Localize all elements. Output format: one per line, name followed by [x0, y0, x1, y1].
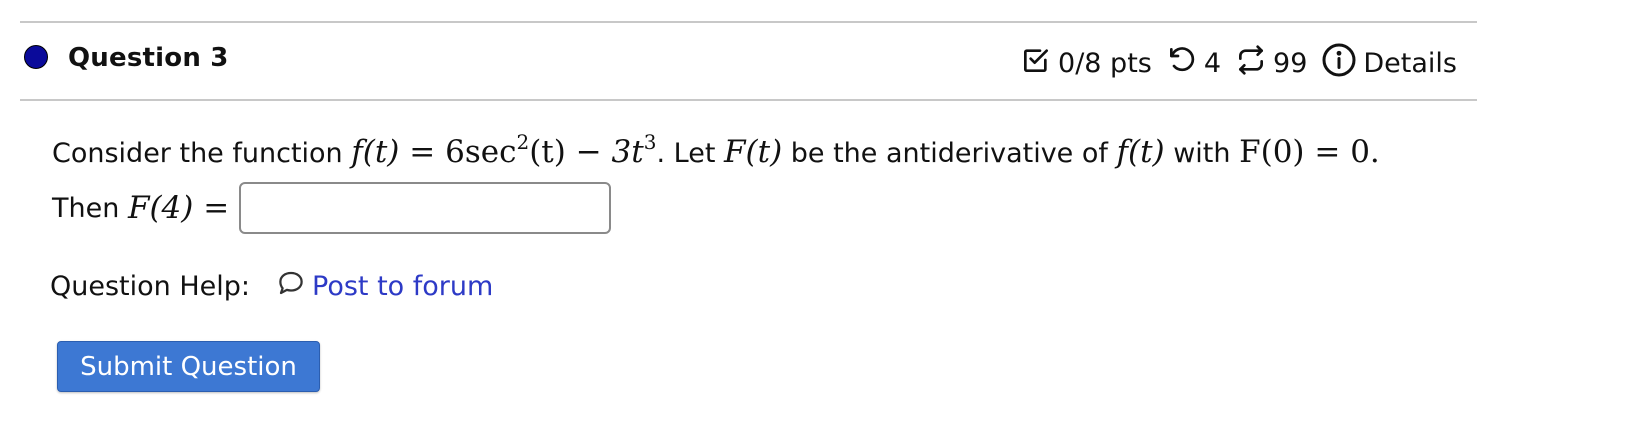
tries-count: 99: [1273, 48, 1308, 79]
info-icon: [1321, 42, 1363, 85]
answer-line: Then F(4) =: [52, 182, 612, 234]
details-button[interactable]: Details: [1321, 42, 1457, 85]
points-group: 0/8 pts: [1020, 44, 1152, 83]
f-of-t: f(t): [1116, 134, 1165, 170]
coefficient: 6: [445, 134, 465, 170]
f-lhs: f(t): [351, 134, 400, 170]
F-of-t: F(t): [724, 134, 783, 170]
sec-text: sec: [464, 134, 517, 170]
attempts-group: 4: [1166, 44, 1221, 83]
top-divider: [20, 21, 1477, 23]
help-label: Question Help:: [50, 271, 250, 302]
cubic-term: 3t: [611, 134, 644, 170]
question-meta: 0/8 pts 4 99 Details: [1006, 42, 1457, 85]
post-to-forum-link[interactable]: Post to forum: [276, 268, 493, 305]
undo-icon: [1166, 44, 1204, 83]
tries-group: 99: [1235, 44, 1307, 83]
minus-sign: −: [575, 134, 602, 170]
question-help: Question Help: Post to forum: [50, 268, 493, 305]
question-title: Question 3: [68, 43, 229, 73]
then-word: Then: [52, 192, 120, 224]
function-expression: f(t) = 6sec2(t) − 3t3: [351, 130, 656, 170]
exponent-three: 3: [643, 130, 657, 154]
answer-input[interactable]: [239, 182, 612, 234]
equals-sign: =: [409, 134, 436, 170]
submit-question-button[interactable]: Submit Question: [57, 341, 320, 392]
post-to-forum-label: Post to forum: [312, 271, 494, 302]
repeat-icon: [1235, 44, 1273, 83]
header-divider: [20, 99, 1477, 101]
speech-bubble-icon: [276, 268, 312, 305]
sec-argument: (t): [529, 134, 566, 170]
problem-intro: Consider the function: [52, 138, 343, 169]
question-header: Question 3 0/8 pts 4 99 Details: [20, 34, 1477, 86]
period: .: [656, 138, 666, 169]
question-status-dot: [24, 45, 48, 69]
with-word: with: [1173, 138, 1231, 169]
initial-condition: F(0) = 0.: [1239, 134, 1380, 170]
checkbox-icon: [1020, 44, 1058, 83]
exponent-two: 2: [516, 130, 530, 154]
F-of-4: F(4) =: [127, 190, 230, 226]
points-text: 0/8 pts: [1058, 48, 1152, 79]
problem-statement: Consider the function f(t) = 6sec2(t) − …: [52, 130, 1380, 175]
details-label: Details: [1363, 48, 1457, 79]
attempts-count: 4: [1203, 48, 1222, 79]
let-word: Let: [673, 138, 716, 169]
antiderivative-text: be the antiderivative of: [790, 138, 1108, 169]
